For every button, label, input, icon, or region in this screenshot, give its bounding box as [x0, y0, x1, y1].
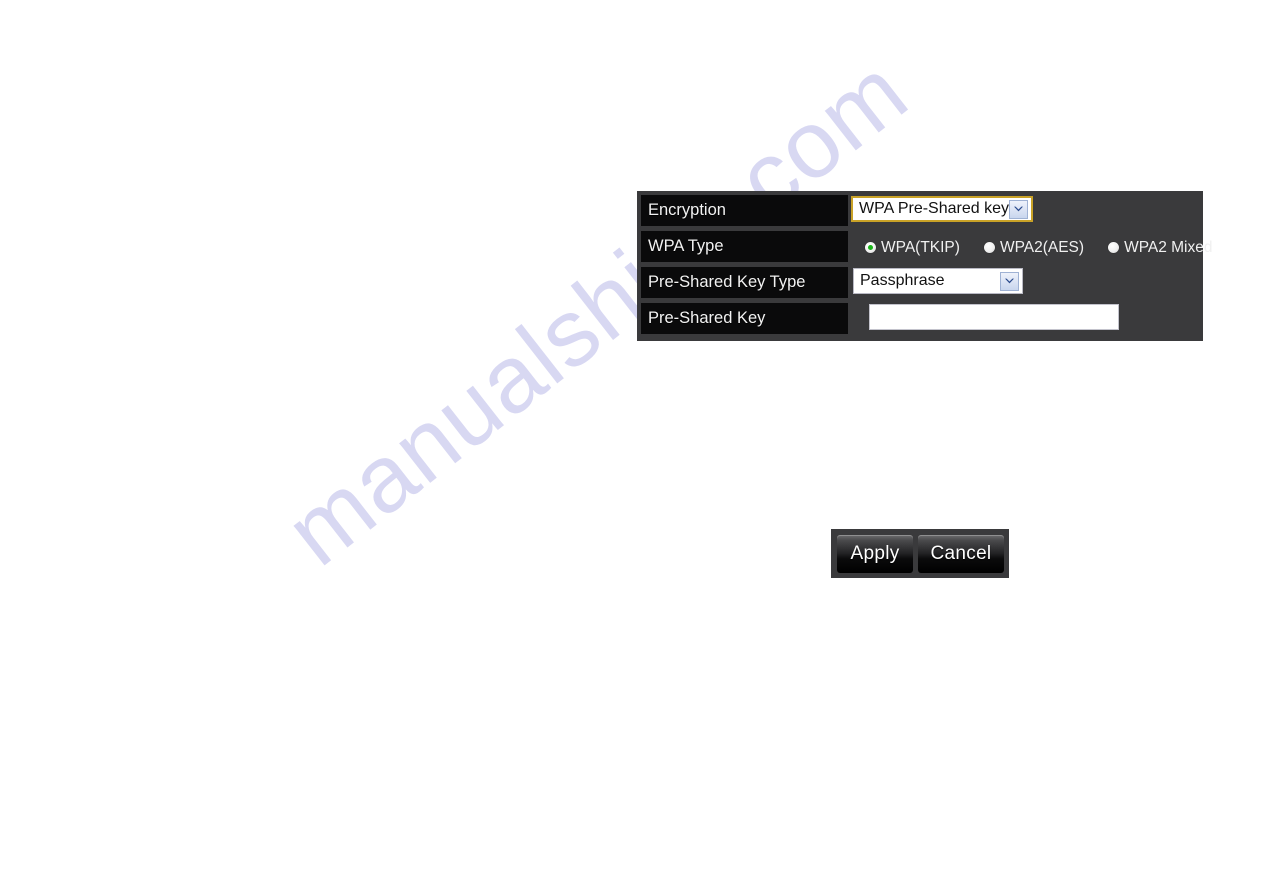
chevron-down-icon[interactable]: [1000, 271, 1019, 291]
radio-label-wpa2-mixed: WPA2 Mixed: [1124, 239, 1213, 256]
radio-label-wpa-tkip: WPA(TKIP): [881, 239, 960, 256]
pre-shared-key-type-select-value: Passphrase: [860, 272, 945, 289]
label-wpa-type: WPA Type: [641, 231, 848, 262]
control-pre-shared-key: [851, 303, 1203, 336]
apply-button[interactable]: Apply: [837, 535, 913, 573]
chevron-down-icon[interactable]: [1009, 199, 1028, 219]
encryption-select-value: WPA Pre-Shared key: [859, 200, 1009, 217]
radio-button-wpa-tkip[interactable]: [865, 242, 876, 253]
control-encryption: WPA Pre-Shared key: [851, 195, 1203, 228]
radio-option-wpa2-mixed[interactable]: WPA2 Mixed: [1108, 239, 1213, 256]
form-row-encryption: Encryption WPA Pre-Shared key: [637, 195, 1203, 228]
pre-shared-key-input[interactable]: [869, 304, 1119, 330]
label-pre-shared-key-type: Pre-Shared Key Type: [641, 267, 848, 298]
control-pre-shared-key-type: Passphrase: [851, 267, 1203, 300]
control-wpa-type: WPA(TKIP) WPA2(AES) WPA2 Mixed: [851, 231, 1213, 264]
form-row-pre-shared-key-type: Pre-Shared Key Type Passphrase: [637, 267, 1203, 300]
form-row-wpa-type: WPA Type WPA(TKIP) WPA2(AES) WPA2 Mixed: [637, 231, 1213, 264]
form-action-bar: Apply Cancel: [831, 529, 1009, 578]
radio-option-wpa2-aes[interactable]: WPA2(AES): [983, 239, 1085, 256]
form-row-pre-shared-key: Pre-Shared Key: [637, 303, 1203, 336]
radio-button-wpa2-aes[interactable]: [983, 242, 995, 253]
cancel-button[interactable]: Cancel: [918, 535, 1004, 573]
pre-shared-key-type-select[interactable]: Passphrase: [853, 268, 1023, 294]
radio-label-wpa2-aes: WPA2(AES): [999, 239, 1085, 256]
wpa-type-radio-group: WPA(TKIP) WPA2(AES) WPA2 Mixed: [865, 231, 1213, 264]
label-encryption: Encryption: [641, 195, 848, 226]
radio-option-wpa-tkip[interactable]: WPA(TKIP): [865, 239, 960, 256]
label-pre-shared-key: Pre-Shared Key: [641, 303, 848, 334]
wireless-security-settings-panel: Encryption WPA Pre-Shared key WPA Type W…: [637, 191, 1213, 341]
radio-button-wpa2-mixed[interactable]: [1108, 242, 1120, 253]
encryption-select[interactable]: WPA Pre-Shared key: [851, 196, 1033, 222]
